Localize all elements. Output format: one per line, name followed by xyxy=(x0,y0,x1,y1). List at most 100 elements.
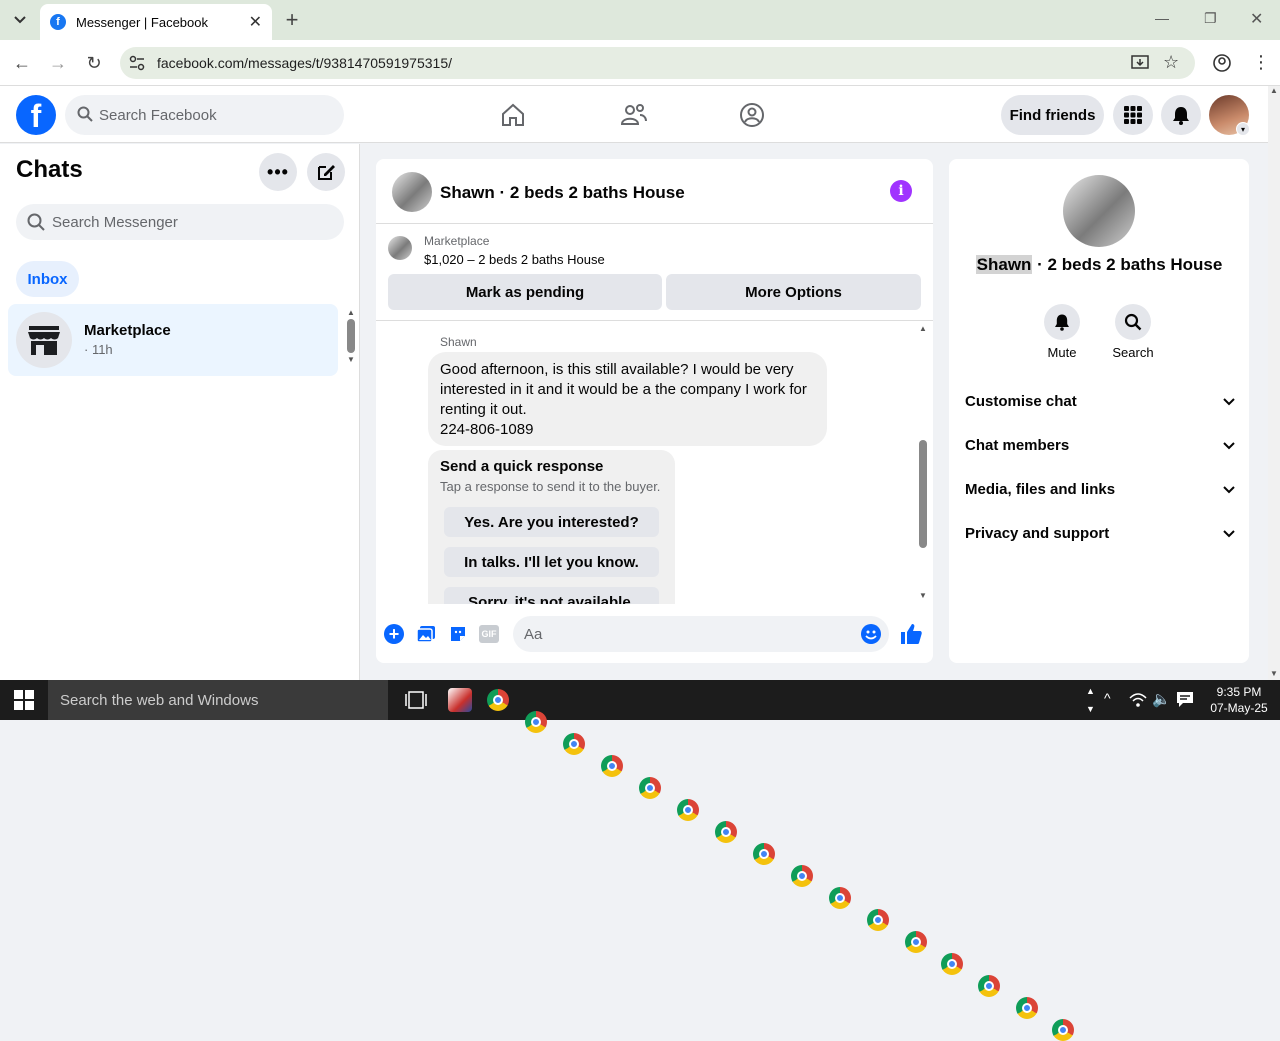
conversation-scrollbar[interactable]: ▲ ▼ xyxy=(917,324,929,600)
url-text[interactable]: facebook.com/messages/t/9381470591975315… xyxy=(157,55,452,71)
message-line: Good afternoon, is this still available?… xyxy=(440,361,794,378)
chrome-icon[interactable] xyxy=(563,733,585,755)
hidden-icons-chevron-icon[interactable]: ^ xyxy=(1104,690,1111,706)
bookmark-star-icon[interactable]: ☆ xyxy=(1163,52,1179,73)
url-bar[interactable]: facebook.com/messages/t/9381470591975315… xyxy=(120,47,1195,79)
window-close-icon[interactable]: ✕ xyxy=(1250,9,1263,29)
taskbar-app-icon[interactable] xyxy=(448,688,472,712)
groups-icon[interactable] xyxy=(739,102,765,133)
conversation-title[interactable]: Shawn · 2 beds 2 baths House xyxy=(440,183,685,203)
search-icon xyxy=(77,106,93,127)
facebook-search-input[interactable]: Search Facebook xyxy=(65,95,344,135)
bell-icon xyxy=(1055,314,1069,331)
browser-tab[interactable]: f Messenger | Facebook ✕ xyxy=(40,4,272,40)
chrome-icon[interactable] xyxy=(791,865,813,887)
chrome-icon[interactable] xyxy=(525,711,547,733)
inbox-tab[interactable]: Inbox xyxy=(16,261,79,297)
message-text: Good afternoon, is this still available?… xyxy=(440,360,825,440)
chat-name: Marketplace xyxy=(84,322,171,339)
chrome-icon[interactable] xyxy=(487,689,509,711)
messenger-search-input[interactable]: Search Messenger xyxy=(16,204,344,240)
marketplace-avatar xyxy=(16,312,72,368)
quick-response-title: Send a quick response xyxy=(440,458,604,475)
facebook-logo[interactable]: f xyxy=(16,95,56,135)
install-app-icon[interactable] xyxy=(1131,54,1149,77)
forward-icon[interactable]: → xyxy=(46,51,70,75)
sidebar-scrollbar[interactable]: ▲ ▼ xyxy=(346,308,356,370)
chats-title: Chats xyxy=(16,156,83,183)
new-message-button[interactable] xyxy=(307,153,345,191)
restore-icon[interactable]: ❐ xyxy=(1204,10,1217,27)
mark-as-pending-button[interactable]: Mark as pending xyxy=(388,274,662,310)
new-tab-icon[interactable]: + xyxy=(280,7,304,32)
mute-button[interactable] xyxy=(1044,304,1080,340)
quick-response-in-talks[interactable]: In talks. I'll let you know. xyxy=(444,547,659,577)
notifications-button[interactable] xyxy=(1161,95,1201,135)
chats-options-button[interactable]: ••• xyxy=(259,153,297,191)
tab-search-dropdown-icon[interactable] xyxy=(8,8,32,32)
plus-icon[interactable]: + xyxy=(384,624,404,644)
info-icon[interactable]: i xyxy=(890,180,912,202)
chrome-icon[interactable] xyxy=(1052,1019,1074,1041)
taskbar-clock[interactable]: 9:35 PM 07-May-25 xyxy=(1202,684,1276,716)
message-input[interactable]: Aa xyxy=(513,616,889,652)
compose-icon xyxy=(318,165,335,180)
chrome-icon[interactable] xyxy=(829,887,851,909)
search-in-chat-button[interactable] xyxy=(1115,304,1151,340)
privacy-support-row[interactable]: Privacy and support xyxy=(965,521,1235,545)
wifi-icon[interactable] xyxy=(1128,690,1148,713)
close-tab-icon[interactable]: ✕ xyxy=(249,12,262,32)
chrome-icon[interactable] xyxy=(905,931,927,953)
page-scrollbar[interactable]: ▲ ▼ xyxy=(1268,86,1280,680)
thumbs-up-icon[interactable] xyxy=(899,622,923,651)
chrome-icon[interactable] xyxy=(639,777,661,799)
details-name-highlight: Shawn xyxy=(975,255,1033,274)
task-view-icon[interactable] xyxy=(405,690,427,715)
volume-icon[interactable]: 🔈 xyxy=(1152,690,1171,708)
chrome-icon[interactable] xyxy=(1016,997,1038,1019)
back-icon[interactable]: ← xyxy=(10,51,34,75)
friends-icon[interactable] xyxy=(620,102,648,133)
chevron-down-icon xyxy=(1223,481,1235,498)
menu-grid-button[interactable] xyxy=(1113,95,1153,135)
reload-icon[interactable]: ↻ xyxy=(82,51,106,75)
home-icon[interactable] xyxy=(500,102,526,133)
chrome-icon[interactable] xyxy=(715,821,737,843)
bell-icon xyxy=(1173,107,1189,125)
details-avatar[interactable] xyxy=(1063,175,1135,247)
customise-chat-row[interactable]: Customise chat xyxy=(965,389,1235,413)
notification-center-icon[interactable] xyxy=(1176,690,1194,713)
site-info-icon[interactable] xyxy=(128,54,146,77)
account-chevron-icon[interactable]: ▾ xyxy=(1236,122,1250,136)
chrome-icon[interactable] xyxy=(978,975,1000,997)
taskbar-search-placeholder: Search the web and Windows xyxy=(60,691,259,709)
sticker-icon[interactable] xyxy=(448,624,468,649)
minimize-icon[interactable]: — xyxy=(1155,10,1169,26)
details-name-rest: · 2 beds 2 baths House xyxy=(1032,255,1223,274)
chrome-icon[interactable] xyxy=(867,909,889,931)
listing-avatar[interactable] xyxy=(392,172,432,212)
chrome-icon[interactable] xyxy=(753,843,775,865)
quick-response-not-available[interactable]: Sorry, it's not available. xyxy=(444,587,659,604)
quick-response-yes[interactable]: Yes. Are you interested? xyxy=(444,507,659,537)
profile-icon[interactable] xyxy=(1212,53,1232,78)
taskbar-search-input[interactable]: Search the web and Windows xyxy=(48,680,388,720)
header-divider xyxy=(376,223,933,224)
chat-members-row[interactable]: Chat members xyxy=(965,433,1235,457)
chrome-icon[interactable] xyxy=(677,799,699,821)
chrome-icon[interactable] xyxy=(941,953,963,975)
gif-icon[interactable]: GIF xyxy=(479,625,499,643)
browser-menu-icon[interactable]: ⋮ xyxy=(1252,52,1270,73)
taskbar-scroll-arrows[interactable]: ▲ ▼ xyxy=(1086,682,1095,718)
photo-icon[interactable] xyxy=(416,624,436,649)
windows-start-icon[interactable] xyxy=(14,690,34,715)
row-label: Customise chat xyxy=(965,392,1077,410)
media-files-links-row[interactable]: Media, files and links xyxy=(965,477,1235,501)
find-friends-button[interactable]: Find friends xyxy=(1001,95,1104,135)
more-options-button[interactable]: More Options xyxy=(666,274,921,310)
listing-thumbnail[interactable] xyxy=(388,236,412,260)
emoji-icon[interactable] xyxy=(861,624,881,644)
listing-title[interactable]: $1,020 – 2 beds 2 baths House xyxy=(424,252,605,267)
chrome-icon[interactable] xyxy=(601,755,623,777)
sender-name: Shawn xyxy=(440,335,477,349)
